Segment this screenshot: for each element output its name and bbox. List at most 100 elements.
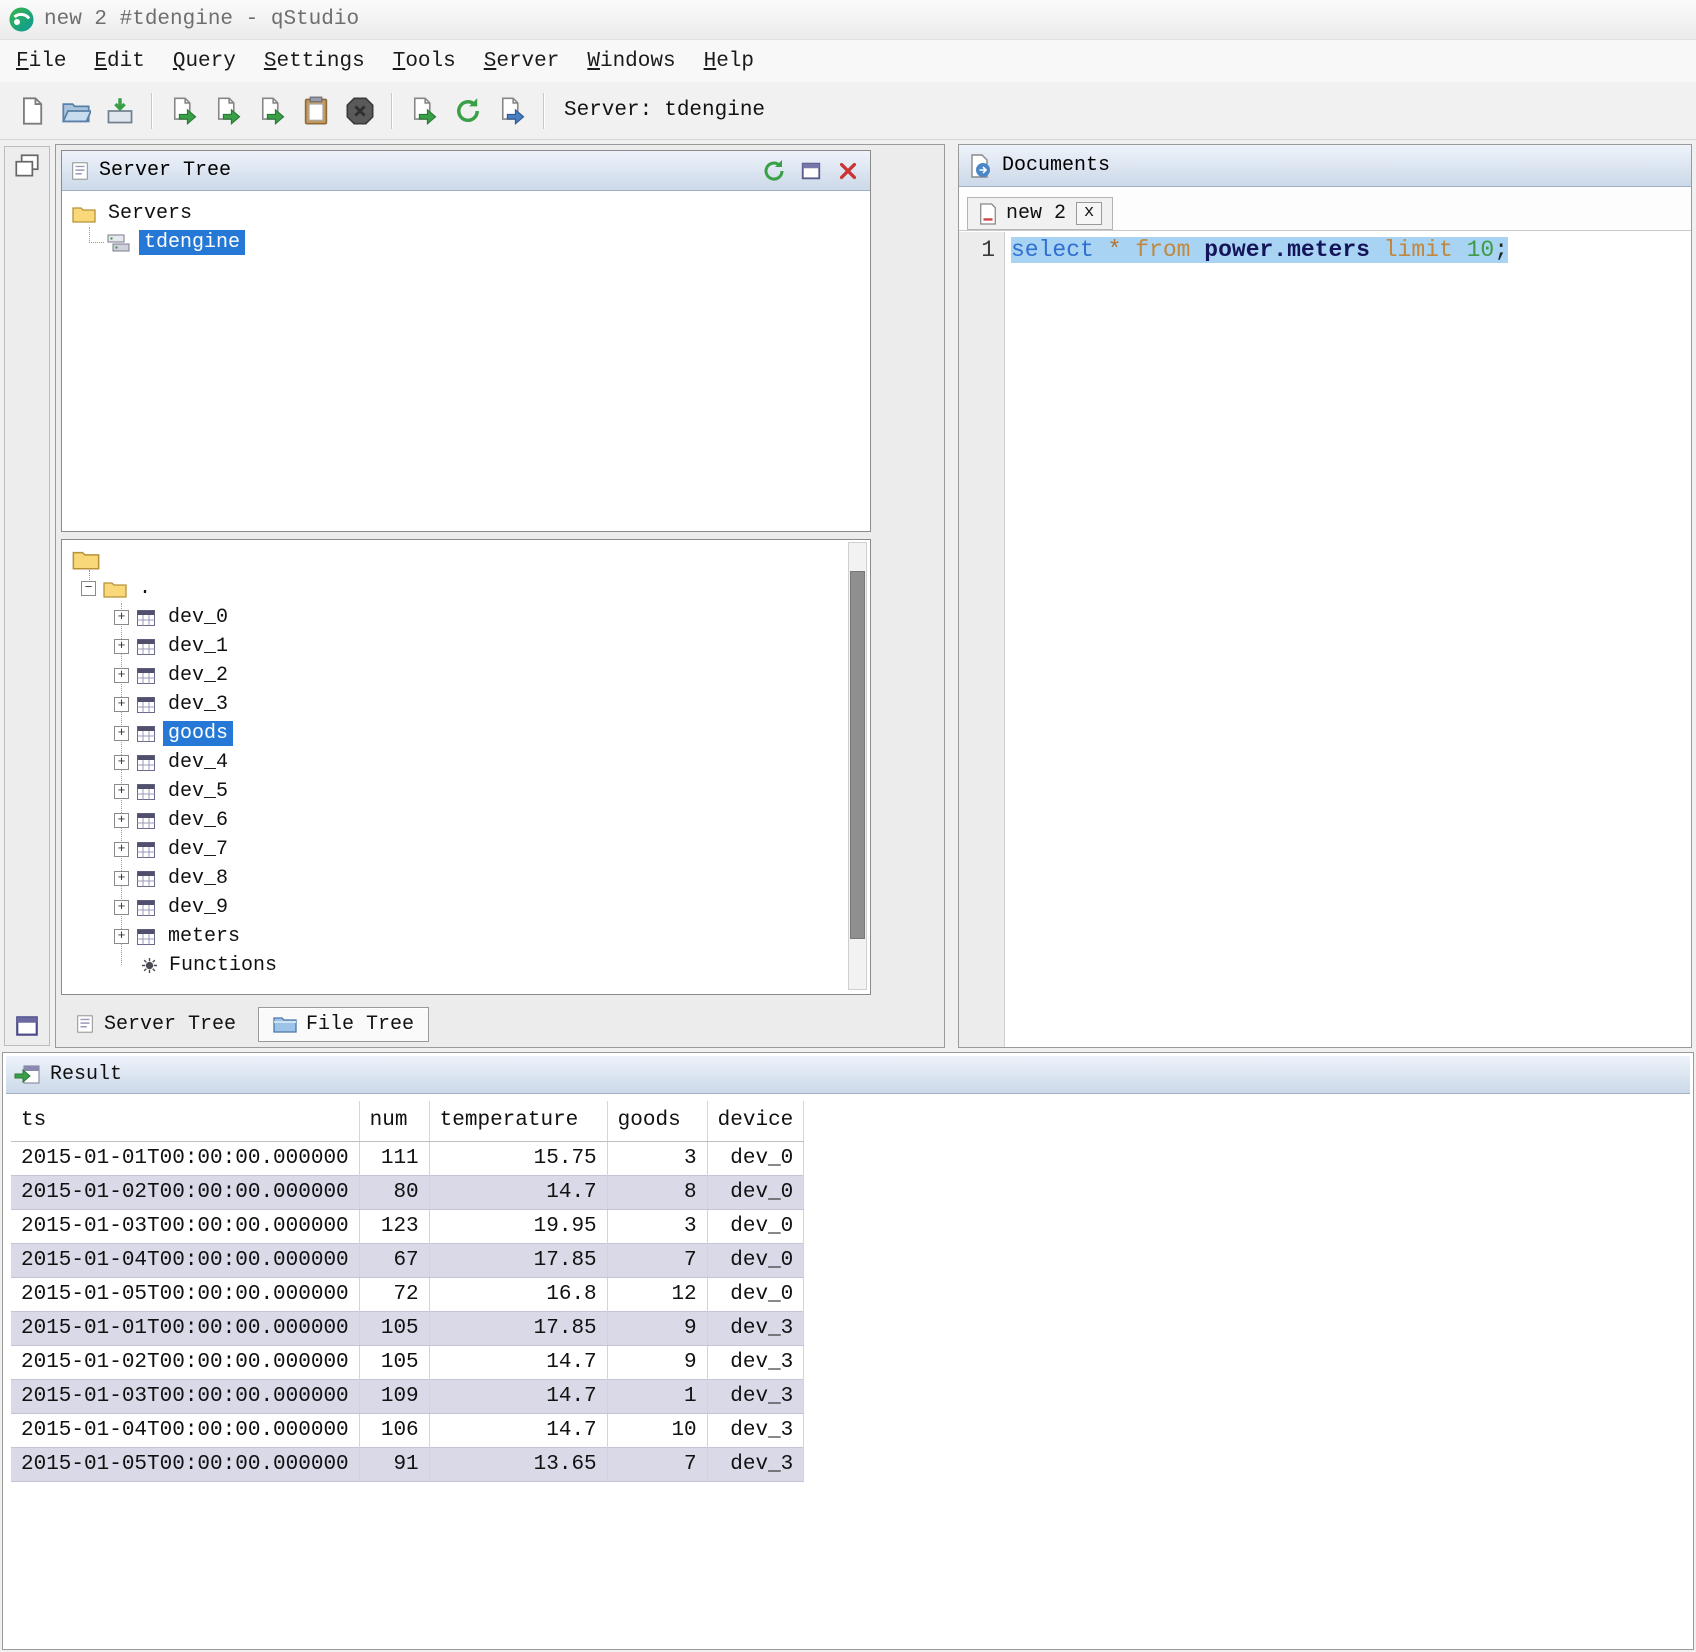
- column-header-goods[interactable]: goods: [607, 1101, 707, 1141]
- table-name-label[interactable]: dev_2: [163, 663, 233, 688]
- database-root-label[interactable]: .: [134, 576, 156, 601]
- tree-item-dev_7[interactable]: +dev_7: [114, 835, 870, 864]
- server-value[interactable]: tdengine: [664, 99, 765, 122]
- collapse-icon[interactable]: −: [81, 581, 96, 596]
- tree-item-dev_6[interactable]: +dev_6: [114, 806, 870, 835]
- document-tab-new-2[interactable]: new 2 x: [967, 197, 1113, 230]
- result-row[interactable]: 2015-01-02T00:00:00.00000010514.79dev_3: [11, 1345, 804, 1379]
- tree-item-dev_2[interactable]: +dev_2: [114, 661, 870, 690]
- result-row[interactable]: 2015-01-03T00:00:00.00000012319.953dev_0: [11, 1209, 804, 1243]
- tree-item-dev_4[interactable]: +dev_4: [114, 748, 870, 777]
- result-cell[interactable]: dev_0: [707, 1209, 804, 1243]
- result-cell[interactable]: 14.7: [429, 1413, 607, 1447]
- server-name-label[interactable]: tdengine: [139, 230, 245, 255]
- table-name-label[interactable]: meters: [163, 924, 245, 949]
- table-name-label[interactable]: goods: [163, 721, 233, 746]
- tree-item-meters[interactable]: + meters: [114, 922, 870, 951]
- column-header-ts[interactable]: ts: [11, 1101, 359, 1141]
- result-cell[interactable]: 80: [359, 1175, 429, 1209]
- run-current-line-button[interactable]: [208, 91, 248, 131]
- result-cell[interactable]: 19.95: [429, 1209, 607, 1243]
- expand-icon[interactable]: +: [114, 610, 129, 625]
- expand-icon[interactable]: +: [114, 755, 129, 770]
- table-name-label[interactable]: dev_0: [163, 605, 233, 630]
- expand-icon[interactable]: +: [114, 697, 129, 712]
- tree-item-tdengine[interactable]: tdengine: [106, 228, 870, 257]
- tree-item-database-root[interactable]: − .: [81, 574, 870, 603]
- result-cell[interactable]: 16.8: [429, 1277, 607, 1311]
- result-cell[interactable]: 67: [359, 1243, 429, 1277]
- close-panel-button[interactable]: [834, 157, 862, 185]
- document-tab-label[interactable]: new 2: [1006, 202, 1066, 225]
- servers-root-label[interactable]: Servers: [103, 201, 197, 226]
- result-cell[interactable]: 2015-01-03T00:00:00.000000: [11, 1379, 359, 1413]
- result-cell[interactable]: dev_0: [707, 1175, 804, 1209]
- result-cell[interactable]: 8: [607, 1175, 707, 1209]
- result-cell[interactable]: 105: [359, 1345, 429, 1379]
- menu-server[interactable]: Server: [470, 45, 574, 78]
- table-name-label[interactable]: dev_9: [163, 895, 233, 920]
- result-row[interactable]: 2015-01-02T00:00:00.0000008014.78dev_0: [11, 1175, 804, 1209]
- expand-icon[interactable]: +: [114, 784, 129, 799]
- server-selector[interactable]: Server: tdengine: [564, 99, 765, 122]
- tree-item-dev_5[interactable]: + dev_5: [114, 777, 870, 806]
- menu-edit[interactable]: Edit: [80, 45, 158, 78]
- menu-windows[interactable]: Windows: [573, 45, 689, 78]
- result-cell[interactable]: 2015-01-02T00:00:00.000000: [11, 1175, 359, 1209]
- tree-item-dev_3[interactable]: + dev_3: [114, 690, 870, 719]
- result-cell[interactable]: dev_3: [707, 1413, 804, 1447]
- functions-label[interactable]: Functions: [164, 953, 282, 978]
- refresh-button[interactable]: [760, 157, 788, 185]
- run-query-button[interactable]: [164, 91, 204, 131]
- result-row[interactable]: 2015-01-04T00:00:00.0000006717.857dev_0: [11, 1243, 804, 1277]
- column-header-num[interactable]: num: [359, 1101, 429, 1141]
- export-result-button[interactable]: [404, 91, 444, 131]
- result-cell[interactable]: 14.7: [429, 1175, 607, 1209]
- table-name-label[interactable]: dev_3: [163, 692, 233, 717]
- run-selection-button[interactable]: [252, 91, 292, 131]
- restore-panel-icon[interactable]: [14, 1013, 40, 1039]
- menu-file[interactable]: File: [2, 45, 80, 78]
- code-area[interactable]: select * from power.meters limit 10;: [1005, 232, 1691, 1047]
- result-row[interactable]: 2015-01-05T00:00:00.0000007216.812dev_0: [11, 1277, 804, 1311]
- result-cell[interactable]: 13.65: [429, 1447, 607, 1481]
- result-cell[interactable]: 17.85: [429, 1311, 607, 1345]
- result-cell[interactable]: 2015-01-01T00:00:00.000000: [11, 1141, 359, 1175]
- result-cell[interactable]: dev_3: [707, 1345, 804, 1379]
- result-cell[interactable]: 1: [607, 1379, 707, 1413]
- table-name-label[interactable]: dev_5: [163, 779, 233, 804]
- result-cell[interactable]: 14.7: [429, 1345, 607, 1379]
- send-query-button[interactable]: [492, 91, 532, 131]
- result-cell[interactable]: 12: [607, 1277, 707, 1311]
- tree-item-dev_9[interactable]: +dev_9: [114, 893, 870, 922]
- column-header-temperature[interactable]: temperature: [429, 1101, 607, 1141]
- result-cell[interactable]: 91: [359, 1447, 429, 1481]
- tree-item-functions[interactable]: Functions: [142, 951, 870, 980]
- menu-settings[interactable]: Settings: [250, 45, 379, 78]
- result-cell[interactable]: 2015-01-02T00:00:00.000000: [11, 1345, 359, 1379]
- result-cell[interactable]: 9: [607, 1311, 707, 1345]
- result-cell[interactable]: dev_0: [707, 1141, 804, 1175]
- table-name-label[interactable]: dev_8: [163, 866, 233, 891]
- tree-item-goods[interactable]: +goods: [114, 719, 870, 748]
- tree-root-folder[interactable]: [72, 544, 870, 574]
- table-name-label[interactable]: dev_6: [163, 808, 233, 833]
- expand-icon[interactable]: +: [114, 929, 129, 944]
- result-cell[interactable]: dev_0: [707, 1277, 804, 1311]
- result-cell[interactable]: 123: [359, 1209, 429, 1243]
- result-cell[interactable]: 72: [359, 1277, 429, 1311]
- result-cell[interactable]: 7: [607, 1243, 707, 1277]
- expand-icon[interactable]: +: [114, 639, 129, 654]
- result-cell[interactable]: 2015-01-04T00:00:00.000000: [11, 1243, 359, 1277]
- result-cell[interactable]: 9: [607, 1345, 707, 1379]
- menu-query[interactable]: Query: [159, 45, 250, 78]
- table-name-label[interactable]: dev_7: [163, 837, 233, 862]
- tree-item-servers[interactable]: Servers: [72, 199, 870, 228]
- result-cell[interactable]: 109: [359, 1379, 429, 1413]
- column-header-device[interactable]: device: [707, 1101, 804, 1141]
- maximize-panel-button[interactable]: [797, 157, 825, 185]
- close-tab-button[interactable]: x: [1076, 202, 1102, 225]
- result-cell[interactable]: 17.85: [429, 1243, 607, 1277]
- result-cell[interactable]: dev_0: [707, 1243, 804, 1277]
- result-cell[interactable]: dev_3: [707, 1311, 804, 1345]
